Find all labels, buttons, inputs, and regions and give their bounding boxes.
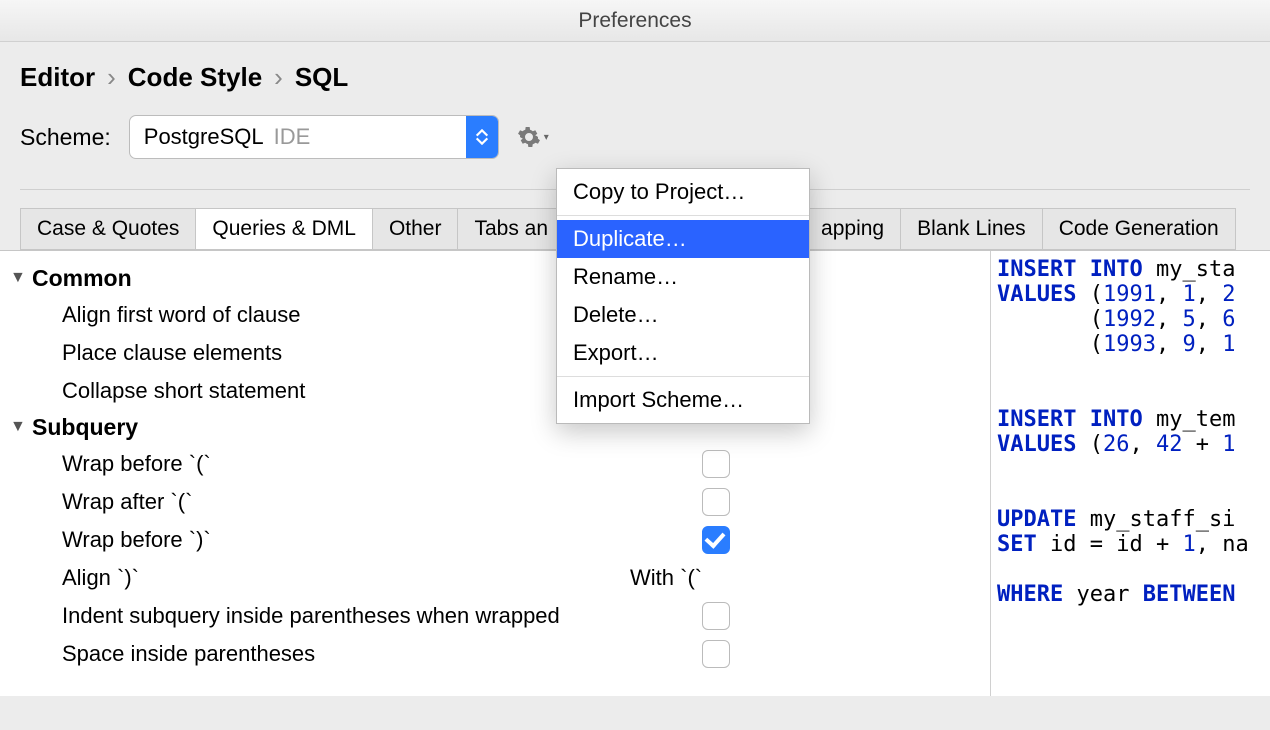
- opt-align-first-word[interactable]: Align first word of clause: [10, 296, 990, 334]
- breadcrumb-code-style[interactable]: Code Style: [128, 62, 262, 93]
- checkbox[interactable]: [702, 640, 730, 668]
- menu-copy-to-project[interactable]: Copy to Project…: [557, 173, 809, 211]
- opt-space-inside-parens[interactable]: Space inside parentheses: [10, 635, 990, 673]
- chevron-right-icon: ›: [107, 62, 116, 93]
- opt-label: Wrap after `(`: [62, 489, 702, 515]
- tab-tabs-truncated[interactable]: Tabs an: [458, 208, 565, 250]
- gear-icon: [517, 125, 541, 149]
- disclosure-triangle-icon: ▼: [10, 269, 32, 287]
- scheme-label: Scheme:: [20, 124, 111, 151]
- group-common-title: Common: [32, 265, 132, 292]
- opt-indent-subquery[interactable]: Indent subquery inside parentheses when …: [10, 597, 990, 635]
- chevron-right-icon: ›: [274, 62, 283, 93]
- opt-wrap-after-open-paren[interactable]: Wrap after `(`: [10, 483, 990, 521]
- gear-context-menu: Copy to Project… Duplicate… Rename… Dele…: [556, 168, 810, 424]
- opt-collapse-short-statement[interactable]: Collapse short statement Never: [10, 372, 990, 410]
- breadcrumb: Editor › Code Style › SQL: [0, 42, 1270, 107]
- gear-button[interactable]: ▾: [517, 125, 549, 149]
- tab-queries-dml[interactable]: Queries & DML: [196, 208, 373, 250]
- code-preview: INSERT INTO my_sta VALUES (1991, 1, 2 (1…: [990, 251, 1270, 696]
- checkbox[interactable]: [702, 602, 730, 630]
- tab-code-generation[interactable]: Code Generation: [1043, 208, 1236, 250]
- tab-wrapping-truncated[interactable]: apping: [805, 208, 901, 250]
- menu-delete[interactable]: Delete…: [557, 296, 809, 334]
- breadcrumb-sql[interactable]: SQL: [295, 62, 348, 93]
- tab-blank-lines[interactable]: Blank Lines: [901, 208, 1043, 250]
- opt-align-close-paren[interactable]: Align `)` With `(`: [10, 559, 990, 597]
- tab-case-quotes[interactable]: Case & Quotes: [20, 208, 196, 250]
- group-common[interactable]: ▼ Common: [10, 261, 990, 296]
- opt-label: Indent subquery inside parentheses when …: [62, 603, 702, 629]
- opt-place-clause-elements[interactable]: Place clause elements ame line: [10, 334, 990, 372]
- opt-label: Wrap before `(`: [62, 451, 702, 477]
- opt-label: Wrap before `)`: [62, 527, 702, 553]
- scheme-tag: IDE: [274, 124, 311, 150]
- menu-separator: [557, 215, 809, 216]
- opt-label: Align `)`: [62, 565, 702, 591]
- opt-wrap-before-close-paren[interactable]: Wrap before `)`: [10, 521, 990, 559]
- chevron-down-icon: ▾: [544, 132, 549, 143]
- checkbox[interactable]: [702, 450, 730, 478]
- stepper-icon[interactable]: [466, 116, 498, 158]
- opt-wrap-before-open-paren[interactable]: Wrap before `(`: [10, 445, 990, 483]
- checkbox[interactable]: [702, 526, 730, 554]
- window-title: Preferences: [0, 0, 1270, 42]
- scheme-select[interactable]: PostgreSQL IDE: [129, 115, 499, 159]
- menu-export[interactable]: Export…: [557, 334, 809, 372]
- disclosure-triangle-icon: ▼: [10, 418, 32, 436]
- menu-rename[interactable]: Rename…: [557, 258, 809, 296]
- tab-other[interactable]: Other: [373, 208, 459, 250]
- menu-duplicate[interactable]: Duplicate…: [557, 220, 809, 258]
- menu-separator: [557, 376, 809, 377]
- group-subquery[interactable]: ▼ Subquery: [10, 410, 990, 445]
- opt-label: Space inside parentheses: [62, 641, 702, 667]
- breadcrumb-editor[interactable]: Editor: [20, 62, 95, 93]
- checkbox[interactable]: [702, 488, 730, 516]
- opt-value: With `(`: [630, 565, 870, 591]
- menu-import-scheme[interactable]: Import Scheme…: [557, 381, 809, 419]
- options-pane: ▼ Common Align first word of clause Plac…: [0, 251, 990, 696]
- group-subquery-title: Subquery: [32, 414, 138, 441]
- scheme-name: PostgreSQL: [144, 124, 264, 150]
